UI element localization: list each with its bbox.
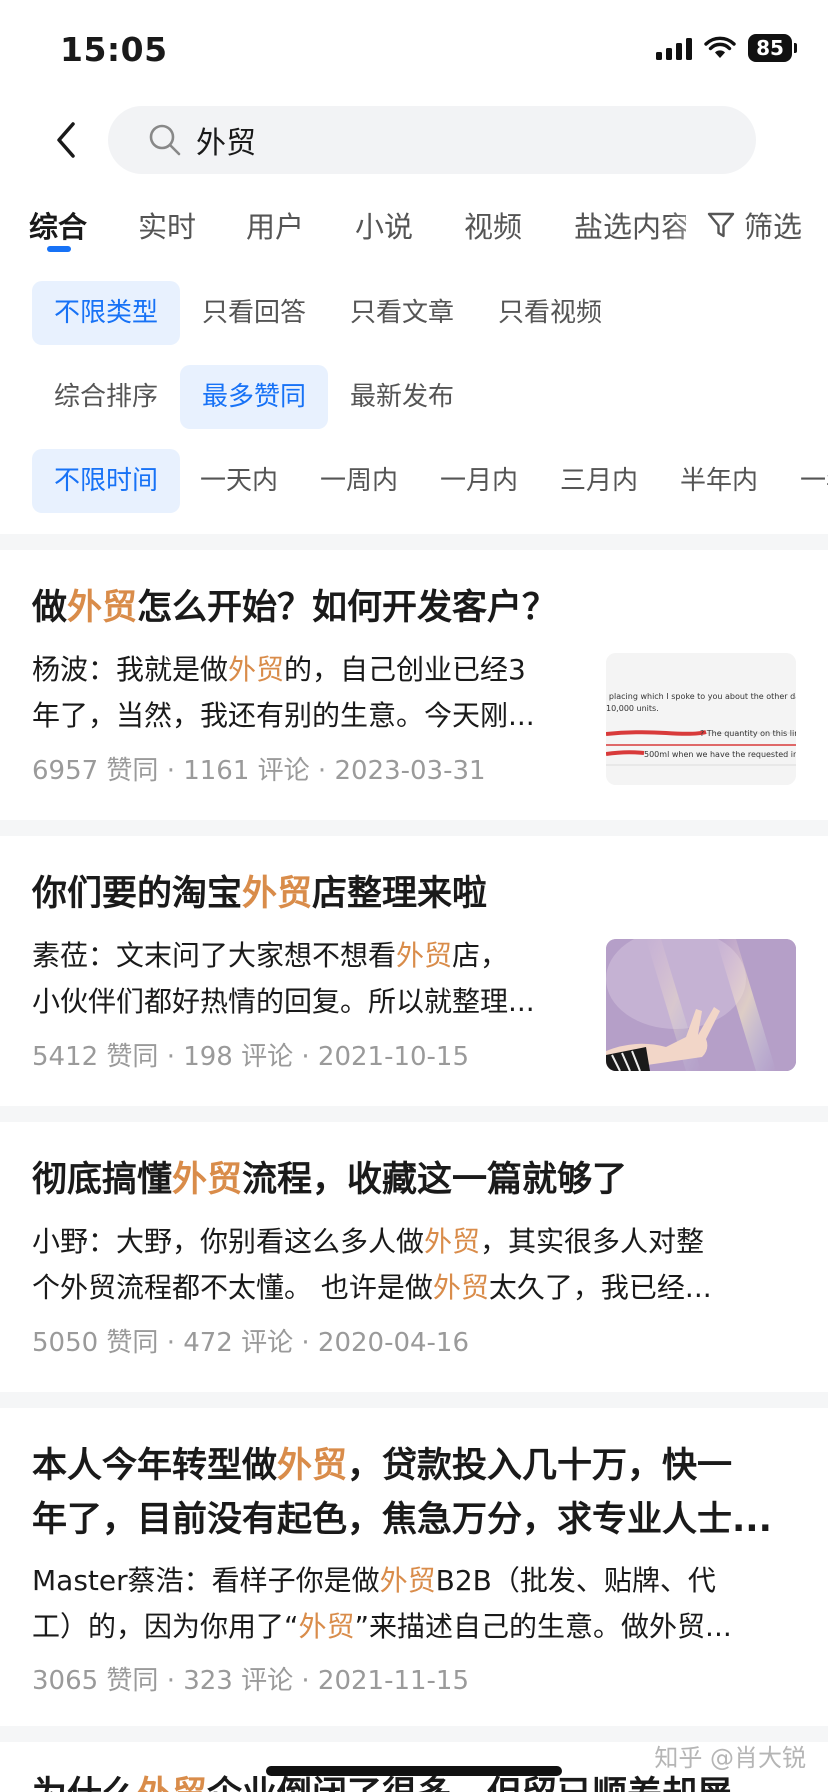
active-tab-indicator [47,246,71,252]
result-excerpt: 杨波：我就是做外贸的，自己创业已经3 年了，当然，我还有别的生意。今天刚... [32,653,535,732]
result-excerpt: Master蔡浩：看样子你是做外贸B2B（批发、贴牌、代 工）的，因为你用了“外… [32,1564,732,1643]
type-filter-row: 不限类型 只看回答 只看文章 只看视频 [0,281,828,345]
result-thumbnail [606,939,796,1071]
filter-button[interactable]: 筛选 [699,204,802,246]
search-input[interactable] [196,122,696,158]
search-box[interactable] [108,106,756,174]
tab-novels[interactable]: 小说 [355,204,413,246]
back-button[interactable] [40,114,92,166]
time-filter-row: 不限时间 一天内 一周内 一月内 三月内 半年内 一年内 [0,449,828,513]
result-card[interactable]: 你们要的淘宝外贸店整理来啦 素莅：文末问了大家想不想看外贸店， 小伙伴们都好热情… [0,836,828,1106]
tab-users[interactable]: 用户 [246,204,304,246]
thumb-text-line: ? The quantity on this line I a [700,729,796,738]
result-title: 做外贸怎么开始？如何开发客户？ [32,588,558,628]
result-card[interactable]: 本人今年转型做外贸，贷款投入几十万，快一 年了，目前没有起色，焦急万分，求专业人… [0,1408,828,1726]
result-meta: 5050 赞同 · 472 评论 · 2020-04-16 [32,1328,470,1358]
result-title: 彻底搞懂外贸流程，收藏这一篇就够了 [32,1160,628,1200]
filter-icon [707,212,735,238]
thumb-text-line: is placing which I spoke to you about th… [606,692,796,701]
tab-videos[interactable]: 视频 [464,204,522,246]
chip-within-week[interactable]: 一周内 [298,449,420,513]
chip-within-year[interactable]: 一年内 [778,449,828,513]
chip-sort-newest[interactable]: 最新发布 [328,365,476,429]
signal-icon [656,36,692,60]
result-meta: 6957 赞同 · 1161 评论 · 2023-03-31 [32,756,486,786]
chip-within-month[interactable]: 一月内 [418,449,540,513]
chip-videos-only[interactable]: 只看视频 [476,281,624,345]
chip-within-day[interactable]: 一天内 [178,449,300,513]
search-icon [148,122,184,158]
wifi-icon [704,36,736,58]
section-divider [0,534,828,550]
thumb-text-line: 500ml when we have the requested informa… [644,750,796,759]
filter-label: 筛选 [743,210,802,244]
chip-within-half-year[interactable]: 半年内 [658,449,780,513]
category-tabs: 综合 实时 用户 小说 视频 盐选内容 筛选 [0,196,828,254]
chip-articles-only[interactable]: 只看文章 [328,281,476,345]
status-icons: 85 [656,34,797,62]
result-excerpt: 小野：大野，你别看这么多人做外贸，其实很多人对整 个外贸流程都不太懂。 也许是做… [32,1225,712,1304]
chip-sort-most-upvoted[interactable]: 最多赞同 [180,365,329,429]
battery-indicator: 85 [748,34,797,62]
chip-sort-comprehensive[interactable]: 综合排序 [32,365,180,429]
result-excerpt: 素莅：文末问了大家想不想看外贸店， 小伙伴们都好热情的回复。所以就整理... [32,939,535,1018]
thumb-text-line: 10,000 units. [606,704,659,713]
tab-comprehensive[interactable]: 综合 [29,204,87,246]
section-divider [0,1106,828,1122]
chip-all-types[interactable]: 不限类型 [32,281,181,345]
result-title: 你们要的淘宝外贸店整理来啦 [32,874,488,914]
tab-realtime[interactable]: 实时 [138,204,196,246]
status-bar: 15:05 85 [0,0,828,100]
chip-any-time[interactable]: 不限时间 [32,449,181,513]
result-card[interactable]: 做外贸怎么开始？如何开发客户？ 杨波：我就是做外贸的，自己创业已经3 年了，当然… [0,550,828,820]
section-divider [0,820,828,836]
home-indicator [266,1766,562,1776]
chevron-left-icon [57,122,75,158]
search-header [0,104,828,176]
section-divider [0,1392,828,1408]
chip-answers-only[interactable]: 只看回答 [180,281,328,345]
result-title: 本人今年转型做外贸，贷款投入几十万，快一 年了，目前没有起色，焦急万分，求专业人… [32,1446,772,1540]
chip-within-3-months[interactable]: 三月内 [538,449,660,513]
result-meta: 3065 赞同 · 323 评论 · 2021-11-15 [32,1666,470,1696]
status-time: 15:05 [60,30,168,69]
result-thumbnail: is placing which I spoke to you about th… [606,653,796,785]
watermark: 知乎 @肖大锐 [654,1744,806,1772]
result-meta: 5412 赞同 · 198 评论 · 2021-10-15 [32,1042,470,1072]
result-card[interactable]: 彻底搞懂外贸流程，收藏这一篇就够了 小野：大野，你别看这么多人做外贸，其实很多人… [0,1122,828,1392]
sort-filter-row: 综合排序 最多赞同 最新发布 [0,365,828,429]
